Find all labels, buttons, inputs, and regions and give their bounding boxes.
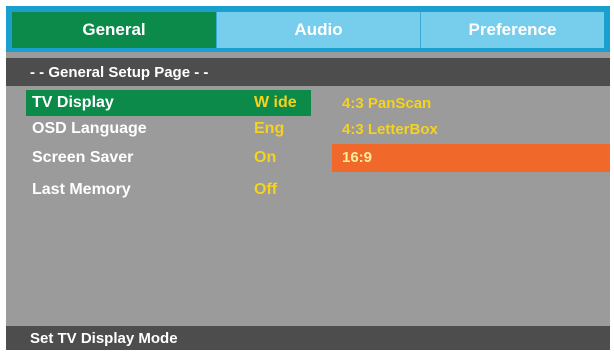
setting-label: OSD Language [32,120,147,137]
setup-menu: General Audio Preference - - General Set… [6,6,610,350]
setting-label: Screen Saver [32,149,134,166]
setting-screen-saver[interactable]: Screen Saver On [26,145,311,171]
tab-preference[interactable]: Preference [420,12,604,48]
setting-label: TV Display [32,94,114,111]
status-bar: Set TV Display Mode [6,326,610,350]
setting-value: On [254,149,277,166]
setting-tv-display[interactable]: TV Display W ide [26,90,311,116]
page-title: - - General Setup Page - - [6,58,610,86]
setting-value: W ide [254,94,297,111]
tab-bar: General Audio Preference [6,6,610,52]
setting-value: Off [254,181,278,198]
option-4-3-letterbox[interactable]: 4:3 LetterBox [332,116,610,144]
setting-label: Last Memory [32,181,131,198]
option-16-9[interactable]: 16:9 [332,144,610,172]
option-4-3-panscan[interactable]: 4:3 PanScan [332,90,610,118]
tab-general[interactable]: General [12,12,216,48]
setting-last-memory[interactable]: Last Memory Off [26,177,311,203]
setting-osd-language[interactable]: OSD Language Eng [26,116,311,142]
tab-audio[interactable]: Audio [216,12,420,48]
setting-value: Eng [254,120,285,137]
